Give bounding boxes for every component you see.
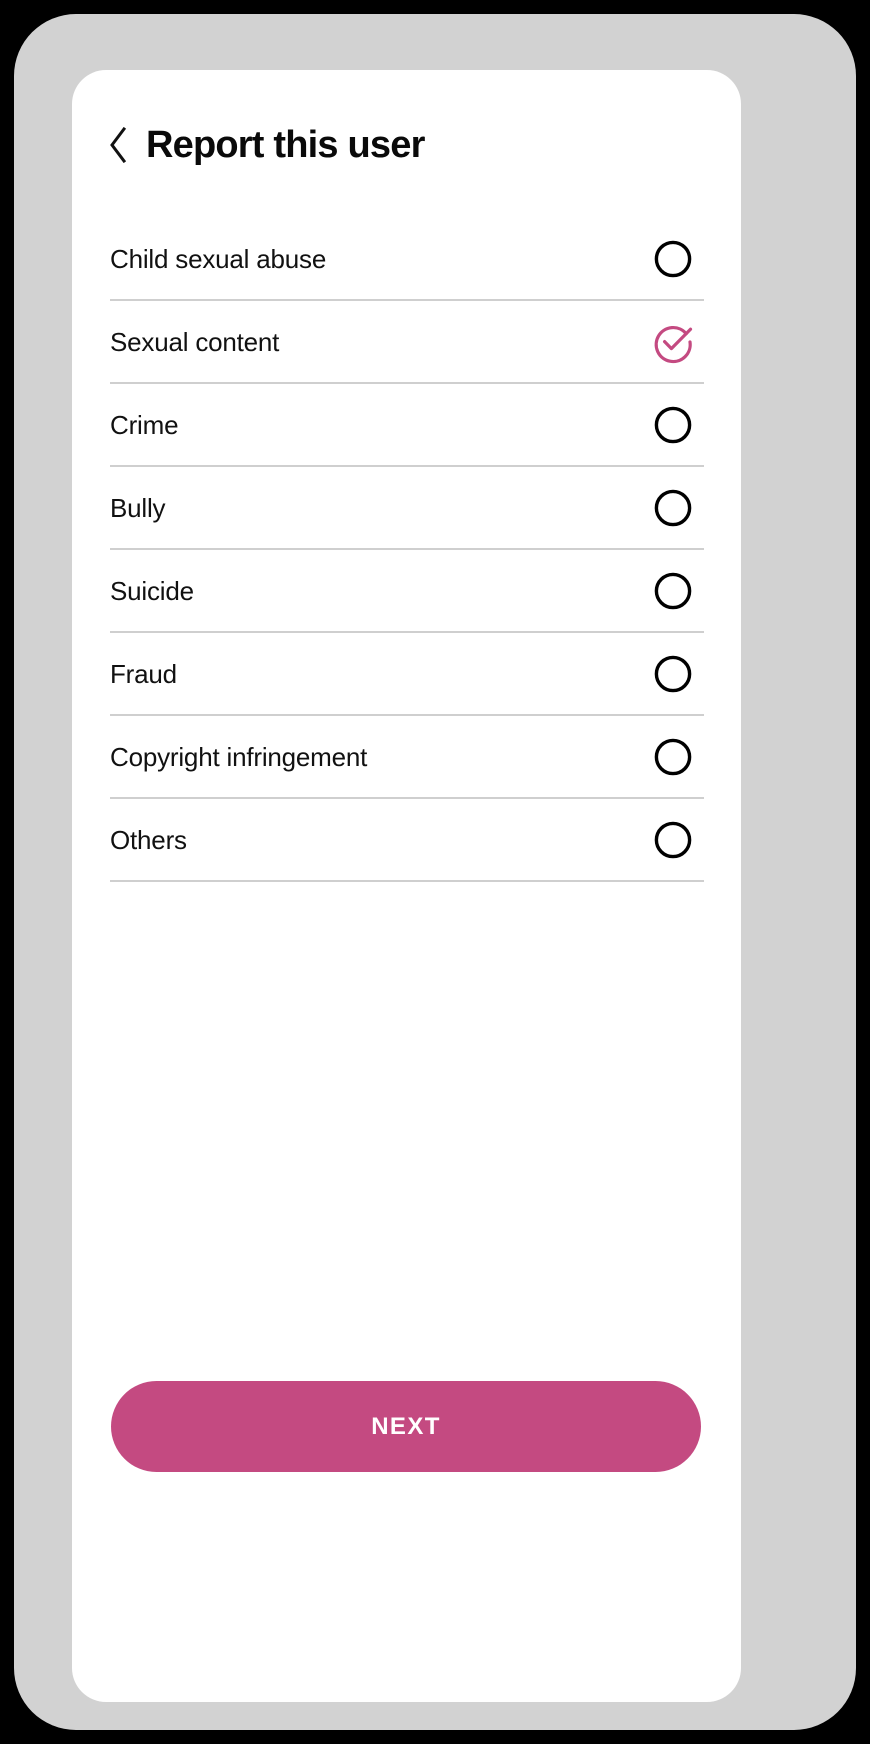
- app-header: Report this user: [72, 70, 741, 220]
- reason-label: Copyright infringement: [110, 744, 367, 770]
- radio-unselected-icon[interactable]: [650, 485, 696, 531]
- reason-row[interactable]: Copyright infringement: [110, 716, 704, 799]
- reason-row[interactable]: Sexual content: [110, 301, 704, 384]
- radio-unselected-icon[interactable]: [650, 402, 696, 448]
- reason-label: Sexual content: [110, 329, 279, 355]
- device-bezel: Report this user Child sexual abuse Sexua…: [14, 14, 856, 1730]
- radio-unselected-icon[interactable]: [650, 817, 696, 863]
- reason-row[interactable]: Bully: [110, 467, 704, 550]
- next-button[interactable]: NEXT: [111, 1381, 701, 1472]
- reason-label: Bully: [110, 495, 165, 521]
- reason-row[interactable]: Child sexual abuse: [110, 218, 704, 301]
- reason-row[interactable]: Others: [110, 799, 704, 882]
- reason-label: Crime: [110, 412, 178, 438]
- reason-label: Others: [110, 827, 187, 853]
- radio-unselected-icon[interactable]: [650, 236, 696, 282]
- radio-selected-icon[interactable]: [650, 319, 696, 365]
- radio-unselected-icon[interactable]: [650, 734, 696, 780]
- page-title: Report this user: [146, 124, 425, 167]
- reason-label: Suicide: [110, 578, 194, 604]
- radio-unselected-icon[interactable]: [650, 651, 696, 697]
- reason-label: Fraud: [110, 661, 177, 687]
- reason-list: Child sexual abuse Sexual content Crime Bul…: [110, 218, 704, 882]
- device-screen: Report this user Child sexual abuse Sexua…: [72, 70, 741, 1702]
- radio-unselected-icon[interactable]: [650, 568, 696, 614]
- device-frame: Report this user Child sexual abuse Sexua…: [0, 0, 870, 1744]
- reason-row[interactable]: Crime: [110, 384, 704, 467]
- reason-row[interactable]: Suicide: [110, 550, 704, 633]
- reason-row[interactable]: Fraud: [110, 633, 704, 716]
- chevron-left-icon: [108, 127, 128, 163]
- reason-label: Child sexual abuse: [110, 246, 326, 272]
- back-button[interactable]: [108, 122, 142, 168]
